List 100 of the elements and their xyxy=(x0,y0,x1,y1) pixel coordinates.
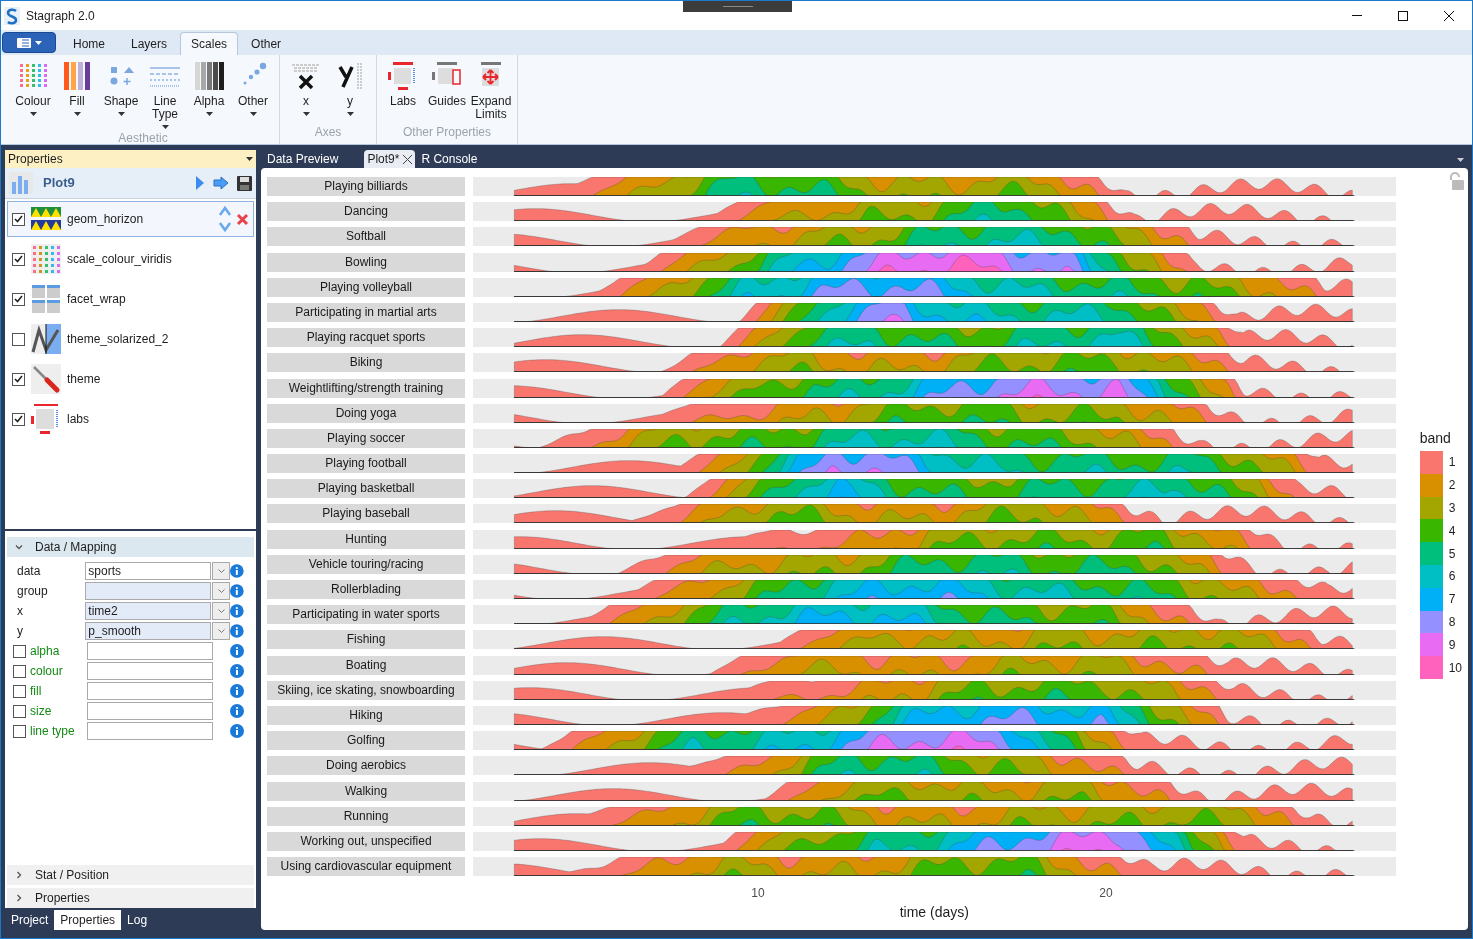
mapping-label: size xyxy=(30,703,52,720)
legend-label: 4 xyxy=(1448,522,1456,540)
up-down-arrows-icon[interactable] xyxy=(218,205,232,233)
panel-tab[interactable]: Log xyxy=(121,910,154,930)
facet-label: Working out, unspecified xyxy=(267,831,465,851)
mapping-input[interactable] xyxy=(87,642,213,660)
legend-label: 3 xyxy=(1448,500,1456,517)
ribbon-tab[interactable]: Layers xyxy=(118,32,181,55)
info-icon[interactable] xyxy=(230,724,244,738)
legend-title: band xyxy=(1419,429,1452,448)
ribbon-button[interactable]: Labs xyxy=(381,61,425,108)
ribbon-button[interactable]: Fill xyxy=(55,61,99,116)
ribbon-button[interactable]: Other xyxy=(231,61,275,116)
facet-label: Weightlifting/strength training xyxy=(267,378,465,398)
checkbox[interactable] xyxy=(12,332,25,346)
checkbox[interactable] xyxy=(12,252,25,266)
facet-label: Running xyxy=(267,806,465,826)
document-tab[interactable]: Plot9* xyxy=(364,150,416,168)
info-icon[interactable] xyxy=(230,684,244,698)
ribbon-tab[interactable]: Other xyxy=(238,32,295,55)
ribbon-button[interactable]: Expand Limits xyxy=(469,61,513,121)
x-tick-label: 10 xyxy=(751,885,765,903)
ribbon-button[interactable]: Alpha xyxy=(187,61,231,116)
window-handle[interactable] xyxy=(683,1,792,12)
ribbon-button[interactable]: Guides xyxy=(425,61,469,108)
facet-label: Softball xyxy=(267,227,465,247)
mapping-label: x xyxy=(16,603,24,620)
checkbox[interactable] xyxy=(13,664,26,678)
legend-label: 1 xyxy=(1448,454,1456,472)
ribbon-button[interactable]: Colour xyxy=(11,61,55,116)
save-icon[interactable] xyxy=(237,175,252,191)
checkbox[interactable] xyxy=(13,644,26,658)
layer-item[interactable]: theme_solarized_2 xyxy=(7,321,254,357)
checkbox[interactable] xyxy=(12,292,25,306)
checkbox[interactable] xyxy=(12,372,25,386)
layer-item[interactable]: geom_horizon xyxy=(7,201,254,237)
section-header[interactable]: Data / Mapping xyxy=(7,537,254,557)
panel-title: Properties xyxy=(8,151,63,168)
mapping-input[interactable] xyxy=(87,702,213,720)
facet-label: Fishing xyxy=(267,630,465,650)
ribbon-group-label: Axes xyxy=(314,124,342,141)
mapping-label: group xyxy=(16,583,49,600)
ribbon-button[interactable]: Line Type xyxy=(143,61,187,129)
checkbox[interactable] xyxy=(12,412,25,426)
ribbon-button[interactable]: Shape xyxy=(99,61,143,116)
chevron-down-icon xyxy=(217,569,225,573)
document-tab[interactable]: Data Preview xyxy=(261,150,345,168)
checkbox[interactable] xyxy=(13,704,26,718)
dot-grid-icon xyxy=(31,244,61,274)
window-title: Stagraph 2.0 xyxy=(26,7,95,25)
layer-label: theme_solarized_2 xyxy=(67,331,169,348)
facet-label: Bowling xyxy=(267,252,465,272)
x-axis-title: time (days) xyxy=(899,903,969,923)
facet-label: Hunting xyxy=(267,529,465,549)
info-icon[interactable] xyxy=(230,644,244,658)
info-icon[interactable] xyxy=(230,704,244,718)
facet-label: Playing basketball xyxy=(267,479,465,499)
checkbox[interactable] xyxy=(13,684,26,698)
info-icon[interactable] xyxy=(230,664,244,678)
document-tab[interactable]: R Console xyxy=(415,150,484,168)
ribbon-tab[interactable]: Home xyxy=(60,32,118,55)
mapping-label: fill xyxy=(30,683,42,700)
layer-item[interactable]: labs xyxy=(7,401,254,437)
info-icon[interactable] xyxy=(230,604,244,618)
delete-icon[interactable] xyxy=(236,212,249,226)
close-icon[interactable] xyxy=(403,154,413,164)
ribbon-tab[interactable]: Scales xyxy=(180,32,239,55)
layer-item[interactable]: facet_wrap xyxy=(7,281,254,317)
legend-label: 7 xyxy=(1448,591,1456,609)
layer-label: labs xyxy=(67,411,89,428)
layer-label: facet_wrap xyxy=(67,291,126,308)
layer-item[interactable]: scale_colour_viridis xyxy=(7,241,254,277)
layer-item[interactable]: theme xyxy=(7,361,254,397)
mapping-input[interactable] xyxy=(87,722,213,740)
app-menu-button[interactable] xyxy=(2,32,56,53)
facet-label: Playing volleyball xyxy=(267,277,465,297)
arrow-right-icon[interactable] xyxy=(213,176,229,190)
chevron-icon xyxy=(15,543,23,551)
info-icon[interactable] xyxy=(230,584,244,598)
facet-label: Dancing xyxy=(267,202,465,222)
panel-tab[interactable]: Properties xyxy=(54,910,122,930)
play-icon[interactable] xyxy=(195,175,205,191)
chevron-down-icon xyxy=(217,589,225,593)
mapping-input[interactable] xyxy=(87,662,213,680)
section-header[interactable]: Stat / Position xyxy=(7,865,254,885)
section-header[interactable]: Properties xyxy=(7,888,254,908)
shade-bars-icon xyxy=(193,61,225,91)
mapping-input[interactable] xyxy=(87,682,213,700)
checkbox[interactable] xyxy=(13,724,26,738)
ribbon-button[interactable]: y xyxy=(328,61,372,116)
checkbox[interactable] xyxy=(12,212,25,226)
info-icon[interactable] xyxy=(230,564,244,578)
mapping-label: data xyxy=(16,563,42,580)
facet-label: Using cardiovascular equipment xyxy=(267,857,465,877)
ribbon-group-label: Aesthetic xyxy=(118,130,168,147)
panel-tab[interactable]: Project xyxy=(5,910,55,930)
ribbon-button[interactable]: x xyxy=(284,61,328,116)
facet-label: Participating in water sports xyxy=(267,605,465,625)
facet-label: Golfing xyxy=(267,731,465,751)
info-icon[interactable] xyxy=(230,624,244,638)
